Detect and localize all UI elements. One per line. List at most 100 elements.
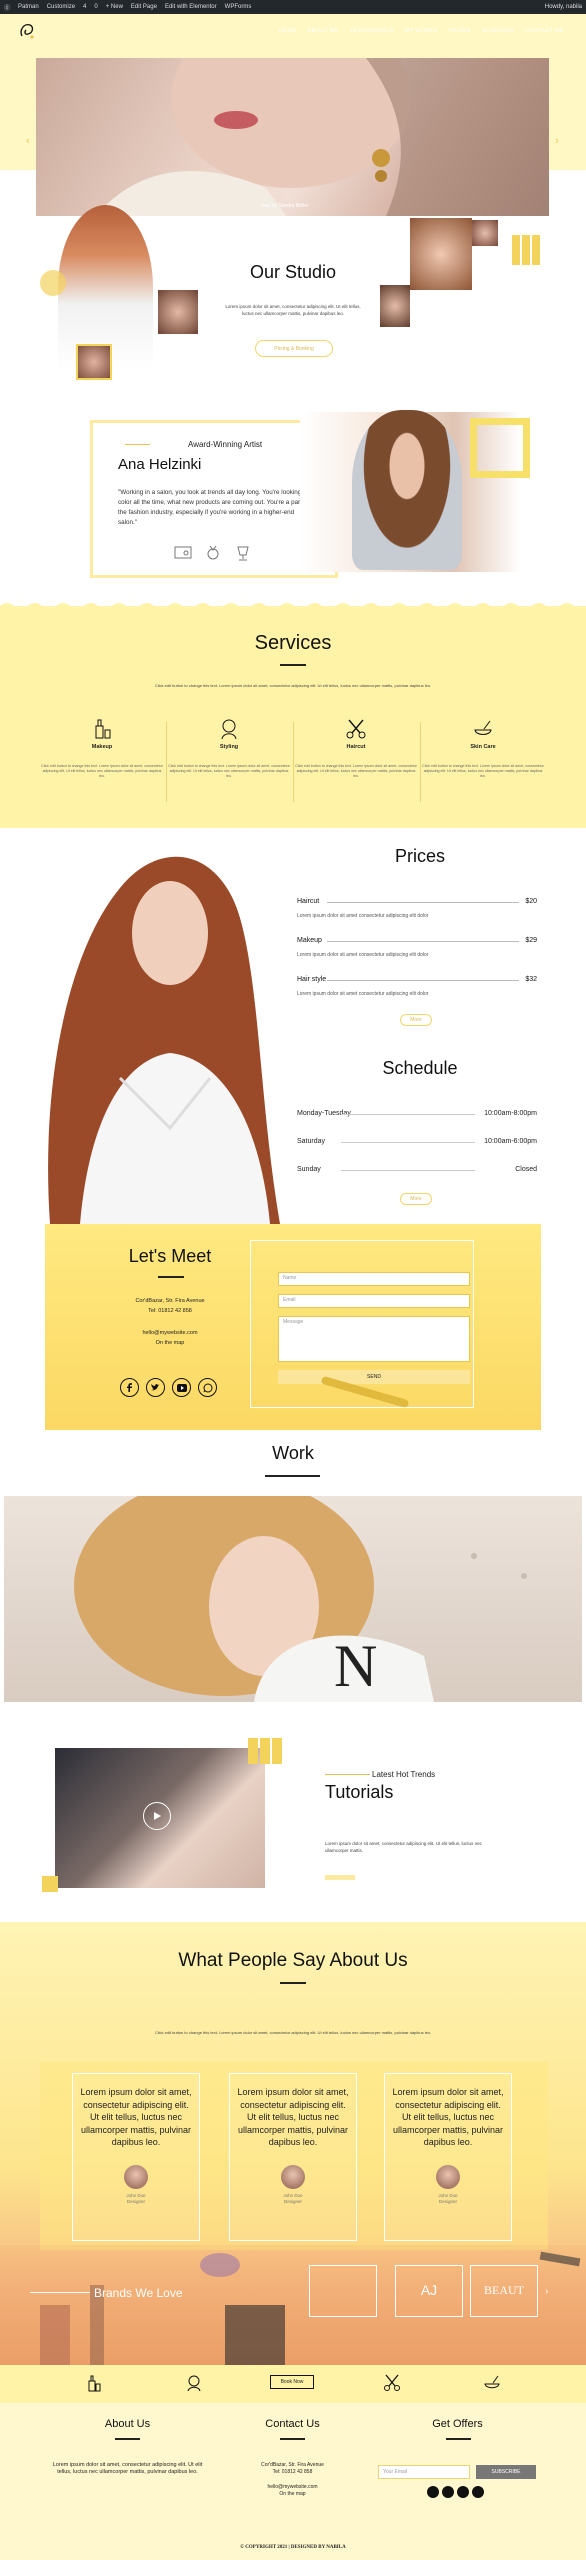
avatar bbox=[436, 2164, 460, 2189]
footer-map[interactable]: On the map bbox=[235, 2491, 350, 2498]
trophy-icon bbox=[237, 546, 249, 561]
brand-logo[interactable] bbox=[309, 2265, 377, 2317]
price-value: $20 bbox=[525, 898, 537, 905]
service-skincare[interactable]: Skin Care Click edit button to change th… bbox=[421, 718, 545, 779]
decor-squares bbox=[512, 235, 542, 265]
services-title: Services bbox=[254, 632, 332, 654]
footer-about-title: About Us bbox=[104, 2418, 151, 2430]
admin-user[interactable]: Howdy, nabila bbox=[545, 4, 582, 10]
pricing-booking-button[interactable]: Pricing & Booking bbox=[255, 340, 333, 357]
service-text: Click edit button to change this text. L… bbox=[422, 764, 544, 778]
subscribe-button[interactable]: SUBSCRIBE bbox=[476, 2465, 536, 2479]
whatsapp-icon[interactable] bbox=[198, 1378, 217, 1397]
site-header: HOME ABOUT ME TESTIMONIALS MY WORKS PRIC… bbox=[0, 14, 586, 50]
twitter-icon[interactable] bbox=[146, 1378, 165, 1397]
meet-title: Let's Meet bbox=[128, 1246, 212, 1266]
brands-title: Brands We Love bbox=[94, 2286, 183, 2300]
studio-photo-right-1 bbox=[380, 285, 410, 327]
brand-logo[interactable]: AJ bbox=[395, 2265, 463, 2317]
meet-info: Cor'dBazar, Str. Fira Avenue Tel: 01812 … bbox=[105, 1296, 235, 1348]
divider bbox=[293, 722, 294, 802]
testimonials-intro: Click edit button to change this text. L… bbox=[154, 2030, 432, 2035]
styling-icon bbox=[221, 719, 237, 740]
testimonial-name: John Doe bbox=[126, 2192, 146, 2198]
slider-prev-icon[interactable]: ‹ bbox=[26, 135, 30, 147]
price-row: Haircut $20 Lorem ipsum dolor sit amet c… bbox=[297, 898, 537, 919]
admin-item[interactable]: Edit with Elementor bbox=[165, 4, 217, 10]
service-makeup[interactable]: Makeup Click edit button to change this … bbox=[40, 718, 164, 779]
schedule-row: Monday-Tuesday 10:00am-8:00pm bbox=[297, 1110, 537, 1117]
schedule-row: Saturday 10:00am-6:00pm bbox=[297, 1138, 537, 1145]
brand-logo[interactable]: BEAUT bbox=[470, 2265, 538, 2317]
email-input[interactable]: Email bbox=[278, 1294, 470, 1308]
skincare-bowl-icon bbox=[484, 2375, 500, 2389]
hero-caption: Hair by Sandra Beller bbox=[261, 203, 309, 209]
service-haircut[interactable]: Haircut Click edit button to change this… bbox=[294, 718, 418, 779]
admin-item[interactable]: Customize bbox=[47, 4, 75, 10]
studio-photo-tiny bbox=[76, 344, 112, 380]
footer-email[interactable]: hello@mywebsite.com bbox=[235, 2484, 350, 2491]
nav-works[interactable]: MY WORKS bbox=[405, 28, 438, 34]
nav-home[interactable]: HOME bbox=[279, 28, 297, 34]
prices-more-button[interactable]: More bbox=[400, 1014, 432, 1026]
wordpress-icon[interactable]: ⓪ bbox=[4, 3, 10, 12]
admin-item[interactable]: + New bbox=[106, 4, 123, 10]
studio-photo-right-3 bbox=[472, 220, 498, 246]
nav-contact[interactable]: CONTACT ME bbox=[525, 28, 564, 34]
name-input[interactable]: Name bbox=[278, 1272, 470, 1286]
services-intro: Click edit button to change this text. L… bbox=[154, 683, 432, 688]
nav-testimonials[interactable]: TESTIMONIALS bbox=[350, 28, 394, 34]
price-desc: Lorem ipsum dolor sit amet consectetur a… bbox=[297, 991, 429, 997]
studio-text: Lorem ipsum dolor sit amet, consectetur … bbox=[225, 304, 361, 316]
nav-about[interactable]: ABOUT ME bbox=[308, 28, 339, 34]
tutorial-video[interactable] bbox=[55, 1748, 265, 1888]
artist-photo bbox=[352, 410, 462, 570]
main-nav: HOME ABOUT ME TESTIMONIALS MY WORKS PRIC… bbox=[279, 28, 564, 34]
admin-item[interactable]: Edit Page bbox=[131, 4, 157, 10]
decor-circle bbox=[40, 270, 66, 296]
service-text: Click edit button to change this text. L… bbox=[295, 764, 417, 778]
send-button[interactable]: SEND bbox=[278, 1370, 470, 1384]
slider-next-icon[interactable]: › bbox=[555, 135, 559, 147]
whatsapp-icon[interactable] bbox=[472, 2486, 484, 2498]
wave-edge bbox=[0, 603, 586, 610]
meet-address: Cor'dBazar, Str. Fira Avenue bbox=[135, 1298, 205, 1304]
footer-social bbox=[427, 2486, 484, 2498]
artist-subtitle: Award-Winning Artist bbox=[188, 440, 263, 449]
nav-schedule[interactable]: SCHEDULE bbox=[482, 28, 514, 34]
admin-item[interactable]: 4 bbox=[83, 4, 86, 10]
nav-prices[interactable]: PRICES bbox=[449, 28, 471, 34]
schedule-more-button[interactable]: More bbox=[400, 1193, 432, 1205]
artist-divider bbox=[125, 444, 150, 445]
twitter-icon[interactable] bbox=[442, 2486, 454, 2498]
book-now-button[interactable]: Book Now bbox=[270, 2375, 314, 2389]
prices-title: Prices bbox=[394, 846, 445, 866]
brands-next-icon[interactable]: › bbox=[545, 2286, 548, 2297]
admin-bar: ⓪ Patman Customize 4 0 + New Edit Page E… bbox=[0, 0, 586, 14]
play-icon[interactable] bbox=[143, 1802, 171, 1830]
service-text: Click edit button to change this text. L… bbox=[41, 764, 163, 778]
meet-email[interactable]: hello@mywebsite.com bbox=[105, 1328, 235, 1338]
service-styling[interactable]: Styling Click edit button to change this… bbox=[167, 718, 291, 779]
decor-frame bbox=[470, 418, 530, 478]
youtube-icon[interactable] bbox=[457, 2486, 469, 2498]
tutorial-link[interactable] bbox=[325, 1875, 355, 1880]
meet-map[interactable]: On the map bbox=[105, 1338, 235, 1348]
styling-icon bbox=[187, 2375, 201, 2392]
facebook-icon[interactable] bbox=[120, 1378, 139, 1397]
message-textarea[interactable]: Message bbox=[278, 1316, 470, 1362]
facebook-icon[interactable] bbox=[427, 2486, 439, 2498]
makeup-icon bbox=[95, 719, 111, 739]
footer-underline bbox=[115, 2438, 140, 2440]
site-logo[interactable] bbox=[16, 20, 38, 42]
work-image[interactable]: N bbox=[4, 1496, 582, 1702]
studio-title: Our Studio bbox=[249, 262, 337, 282]
admin-item[interactable]: Patman bbox=[18, 4, 39, 10]
tutorial-subtitle: Latest Hot Trends bbox=[372, 1770, 436, 1779]
schedule-row: Sunday Closed bbox=[297, 1166, 537, 1173]
newsletter-email-input[interactable]: Your Email bbox=[378, 2465, 470, 2479]
youtube-icon[interactable] bbox=[172, 1378, 191, 1397]
admin-item[interactable]: 0 bbox=[94, 4, 97, 10]
admin-item[interactable]: WPForms bbox=[225, 4, 252, 10]
tutorial-title: Tutorials bbox=[325, 1782, 394, 1802]
